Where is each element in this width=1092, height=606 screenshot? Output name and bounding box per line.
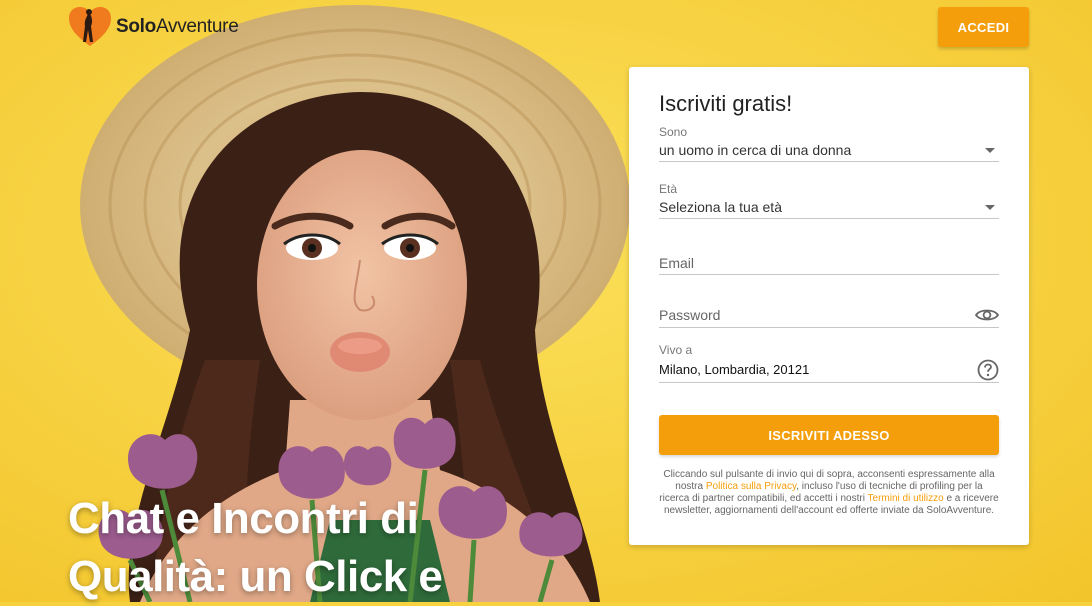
- email-placeholder: Email: [659, 255, 695, 271]
- privacy-policy-link[interactable]: Politica sulla Privacy: [706, 481, 796, 492]
- terms-of-use-link[interactable]: Termini di utilizzo: [868, 493, 944, 504]
- location-input-row[interactable]: Milano, Lombardia, 20121: [659, 357, 999, 383]
- brand-logo[interactable]: SoloAvventure: [68, 6, 239, 48]
- age-select-row[interactable]: Seleziona la tua età: [659, 196, 999, 219]
- location-label: Vivo a: [659, 343, 693, 357]
- age-select[interactable]: Età Seleziona la tua età: [659, 182, 999, 219]
- gender-select[interactable]: Sono un uomo in cerca di una donna: [659, 125, 999, 162]
- hero-headline: Chat e Incontri di Qualità: un Click e: [68, 490, 568, 606]
- age-value: Seleziona la tua età: [659, 199, 782, 215]
- email-field[interactable]: Email: [659, 252, 999, 275]
- caret-down-icon: [985, 147, 995, 153]
- password-placeholder: Password: [659, 306, 721, 323]
- question-circle-icon[interactable]: [977, 359, 999, 381]
- password-input-row[interactable]: Password: [659, 302, 999, 328]
- email-input-row[interactable]: Email: [659, 252, 999, 275]
- login-button[interactable]: ACCEDI: [938, 7, 1029, 47]
- location-value: Milano, Lombardia, 20121: [659, 362, 810, 377]
- signup-card: Iscriviti gratis! Sono un uomo in cerca …: [629, 67, 1029, 545]
- password-field[interactable]: Password: [659, 302, 999, 328]
- gender-label: Sono: [659, 125, 688, 139]
- caret-down-icon: [985, 204, 995, 210]
- headline-line-2: Qualità: un Click e: [68, 552, 443, 601]
- gender-value: un uomo in cerca di una donna: [659, 142, 852, 158]
- signup-title: Iscriviti gratis!: [659, 91, 793, 116]
- headline-line-1: Chat e Incontri di: [68, 494, 419, 543]
- gender-select-row[interactable]: un uomo in cerca di una donna: [659, 139, 999, 162]
- age-label: Età: [659, 182, 678, 196]
- brand-name: SoloAvventure: [116, 16, 239, 37]
- signup-submit-button[interactable]: ISCRIVITI ADESSO: [659, 415, 999, 455]
- legal-notice: Cliccando sul pulsante di invio qui di s…: [659, 469, 999, 516]
- location-field[interactable]: Vivo a Milano, Lombardia, 20121: [659, 343, 999, 383]
- eye-icon[interactable]: [975, 307, 999, 323]
- heart-logo-icon: [69, 7, 111, 46]
